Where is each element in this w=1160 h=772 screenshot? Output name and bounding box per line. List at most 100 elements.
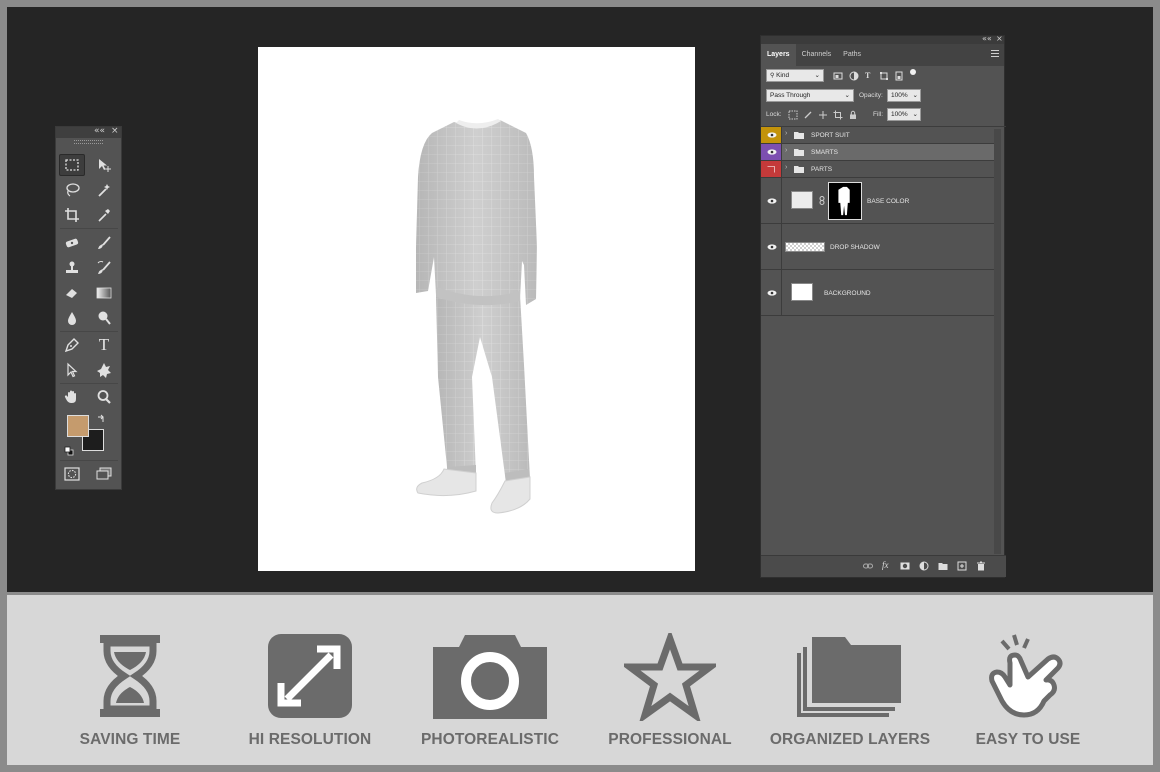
layer-row-parts[interactable]: › PARTS xyxy=(761,161,994,178)
clone-stamp-icon[interactable] xyxy=(59,257,85,279)
swap-colors-icon[interactable] xyxy=(96,411,106,422)
chevron-down-icon: ⌄ xyxy=(844,92,850,99)
filter-pixel-icon[interactable] xyxy=(833,71,843,81)
screen-mode-icon[interactable] xyxy=(91,463,117,485)
visibility-toggle[interactable] xyxy=(761,127,782,143)
brush-icon[interactable] xyxy=(91,232,117,254)
layer-row-base-color[interactable]: BASE COLOR xyxy=(761,178,994,224)
visibility-toggle[interactable] xyxy=(761,161,782,177)
filter-kind-select[interactable]: ⚲ Kind ⌄ xyxy=(766,69,824,82)
healing-brush-icon[interactable] xyxy=(59,232,85,254)
group-icon[interactable] xyxy=(938,561,948,571)
tab-layers[interactable]: Layers xyxy=(761,44,796,66)
layer-mask-thumbnail[interactable] xyxy=(828,182,862,220)
fx-icon[interactable]: fx xyxy=(882,560,889,570)
blend-mode-select[interactable]: Pass Through ⌄ xyxy=(766,89,854,102)
fill-value: 100% xyxy=(891,111,908,118)
feature-easy-to-use: EASY TO USE xyxy=(938,595,1118,765)
path-selection-icon[interactable] xyxy=(59,359,85,381)
expand-caret-icon[interactable]: › xyxy=(785,164,787,171)
sport-suit-mockup xyxy=(416,119,537,514)
filter-adjustment-icon[interactable] xyxy=(849,71,859,81)
dodge-icon[interactable] xyxy=(91,307,117,329)
crop-icon[interactable] xyxy=(59,204,85,226)
mask-silhouette xyxy=(838,186,850,216)
feature-label: ORGANIZED LAYERS xyxy=(769,731,931,748)
lasso-icon[interactable] xyxy=(59,179,85,201)
magic-wand-icon[interactable] xyxy=(91,179,117,201)
lock-artboard-icon[interactable] xyxy=(833,110,843,120)
lock-position-icon[interactable] xyxy=(818,110,828,120)
lock-transparent-icon[interactable] xyxy=(788,110,798,120)
link-icon[interactable] xyxy=(863,561,873,571)
lock-row: Lock: Fill: 100% ⌄ xyxy=(761,108,1006,126)
chevron-down-icon: ⌄ xyxy=(912,111,918,118)
layer-row-sport-suit[interactable]: › SPORT SUIT xyxy=(761,127,994,144)
eraser-icon[interactable] xyxy=(59,282,85,304)
gradient-icon[interactable] xyxy=(91,282,117,304)
adjustment-icon[interactable] xyxy=(919,561,929,571)
visibility-toggle[interactable] xyxy=(761,178,782,223)
layer-row-drop-shadow[interactable]: DROP SHADOW xyxy=(761,224,994,270)
custom-shape-icon[interactable] xyxy=(91,359,117,381)
tab-paths[interactable]: Paths xyxy=(837,44,867,66)
filter-shape-icon[interactable] xyxy=(879,71,889,81)
folder-icon xyxy=(794,132,804,139)
type-icon[interactable]: T xyxy=(91,334,117,356)
feature-label: PROFESSIONAL xyxy=(608,731,732,748)
visibility-toggle[interactable] xyxy=(761,144,782,160)
expand-caret-icon[interactable]: › xyxy=(785,130,787,137)
layer-row-background[interactable]: BACKGROUND xyxy=(761,270,994,316)
rectangular-marquee-icon[interactable] xyxy=(59,154,85,176)
chain-link-icon[interactable] xyxy=(819,196,825,205)
new-layer-icon[interactable] xyxy=(957,561,967,571)
close-icon[interactable]: × xyxy=(111,126,119,136)
mask-icon[interactable] xyxy=(900,561,910,571)
feature-label: HI RESOLUTION xyxy=(248,731,372,748)
photoshop-workspace: «« × T «« × Layers Channels Paths ⚲ Kind… xyxy=(7,7,1153,592)
quick-mask-icon[interactable] xyxy=(59,463,85,485)
eyedropper-icon[interactable] xyxy=(91,204,117,226)
tab-channels[interactable]: Channels xyxy=(796,44,838,66)
visibility-toggle[interactable] xyxy=(761,224,782,269)
lock-all-icon[interactable] xyxy=(848,110,858,120)
move-icon[interactable] xyxy=(91,154,117,176)
collapse-icon[interactable]: «« xyxy=(94,126,105,136)
eye-icon xyxy=(767,290,777,296)
layer-row-smarts[interactable]: › SMARTS xyxy=(761,144,994,161)
lock-pixels-icon[interactable] xyxy=(803,110,813,120)
tool-separator xyxy=(60,460,118,461)
lock-label: Lock: xyxy=(766,111,782,118)
visibility-toggle[interactable] xyxy=(761,270,782,315)
opacity-field[interactable]: 100% ⌄ xyxy=(887,89,921,102)
filter-toggle-icon[interactable] xyxy=(908,67,918,77)
feature-saving-time: SAVING TIME xyxy=(40,595,220,765)
eye-icon xyxy=(767,132,777,138)
panel-grip[interactable] xyxy=(74,140,103,144)
panel-menu-icon[interactable] xyxy=(991,50,999,57)
layers-scrollbar[interactable] xyxy=(994,129,1001,554)
feature-label: EASY TO USE xyxy=(975,731,1081,748)
layer-thumbnail xyxy=(785,242,825,252)
hand-icon[interactable] xyxy=(59,386,85,408)
filter-smart-object-icon[interactable] xyxy=(894,71,904,81)
layers-bottom-toolbar: fx xyxy=(761,555,1006,577)
expand-caret-icon[interactable]: › xyxy=(785,147,787,154)
blur-icon[interactable] xyxy=(59,307,85,329)
history-brush-icon[interactable] xyxy=(91,257,117,279)
collapse-icon[interactable]: «« xyxy=(982,34,992,43)
default-colors-icon[interactable] xyxy=(64,443,74,456)
fill-label: Fill: xyxy=(873,111,884,118)
feature-photorealistic: PHOTOREALISTIC xyxy=(400,595,580,765)
foreground-color-swatch[interactable] xyxy=(67,415,89,437)
fill-field[interactable]: 100% ⌄ xyxy=(887,108,921,121)
eye-icon xyxy=(767,149,777,155)
document-canvas[interactable] xyxy=(258,47,695,571)
close-icon[interactable]: × xyxy=(996,34,1003,43)
layer-name: PARTS xyxy=(811,166,833,173)
eye-icon xyxy=(767,198,777,204)
zoom-icon[interactable] xyxy=(91,386,117,408)
trash-icon[interactable] xyxy=(976,561,986,571)
pen-icon[interactable] xyxy=(59,334,85,356)
filter-type-icon[interactable]: T xyxy=(865,71,870,80)
